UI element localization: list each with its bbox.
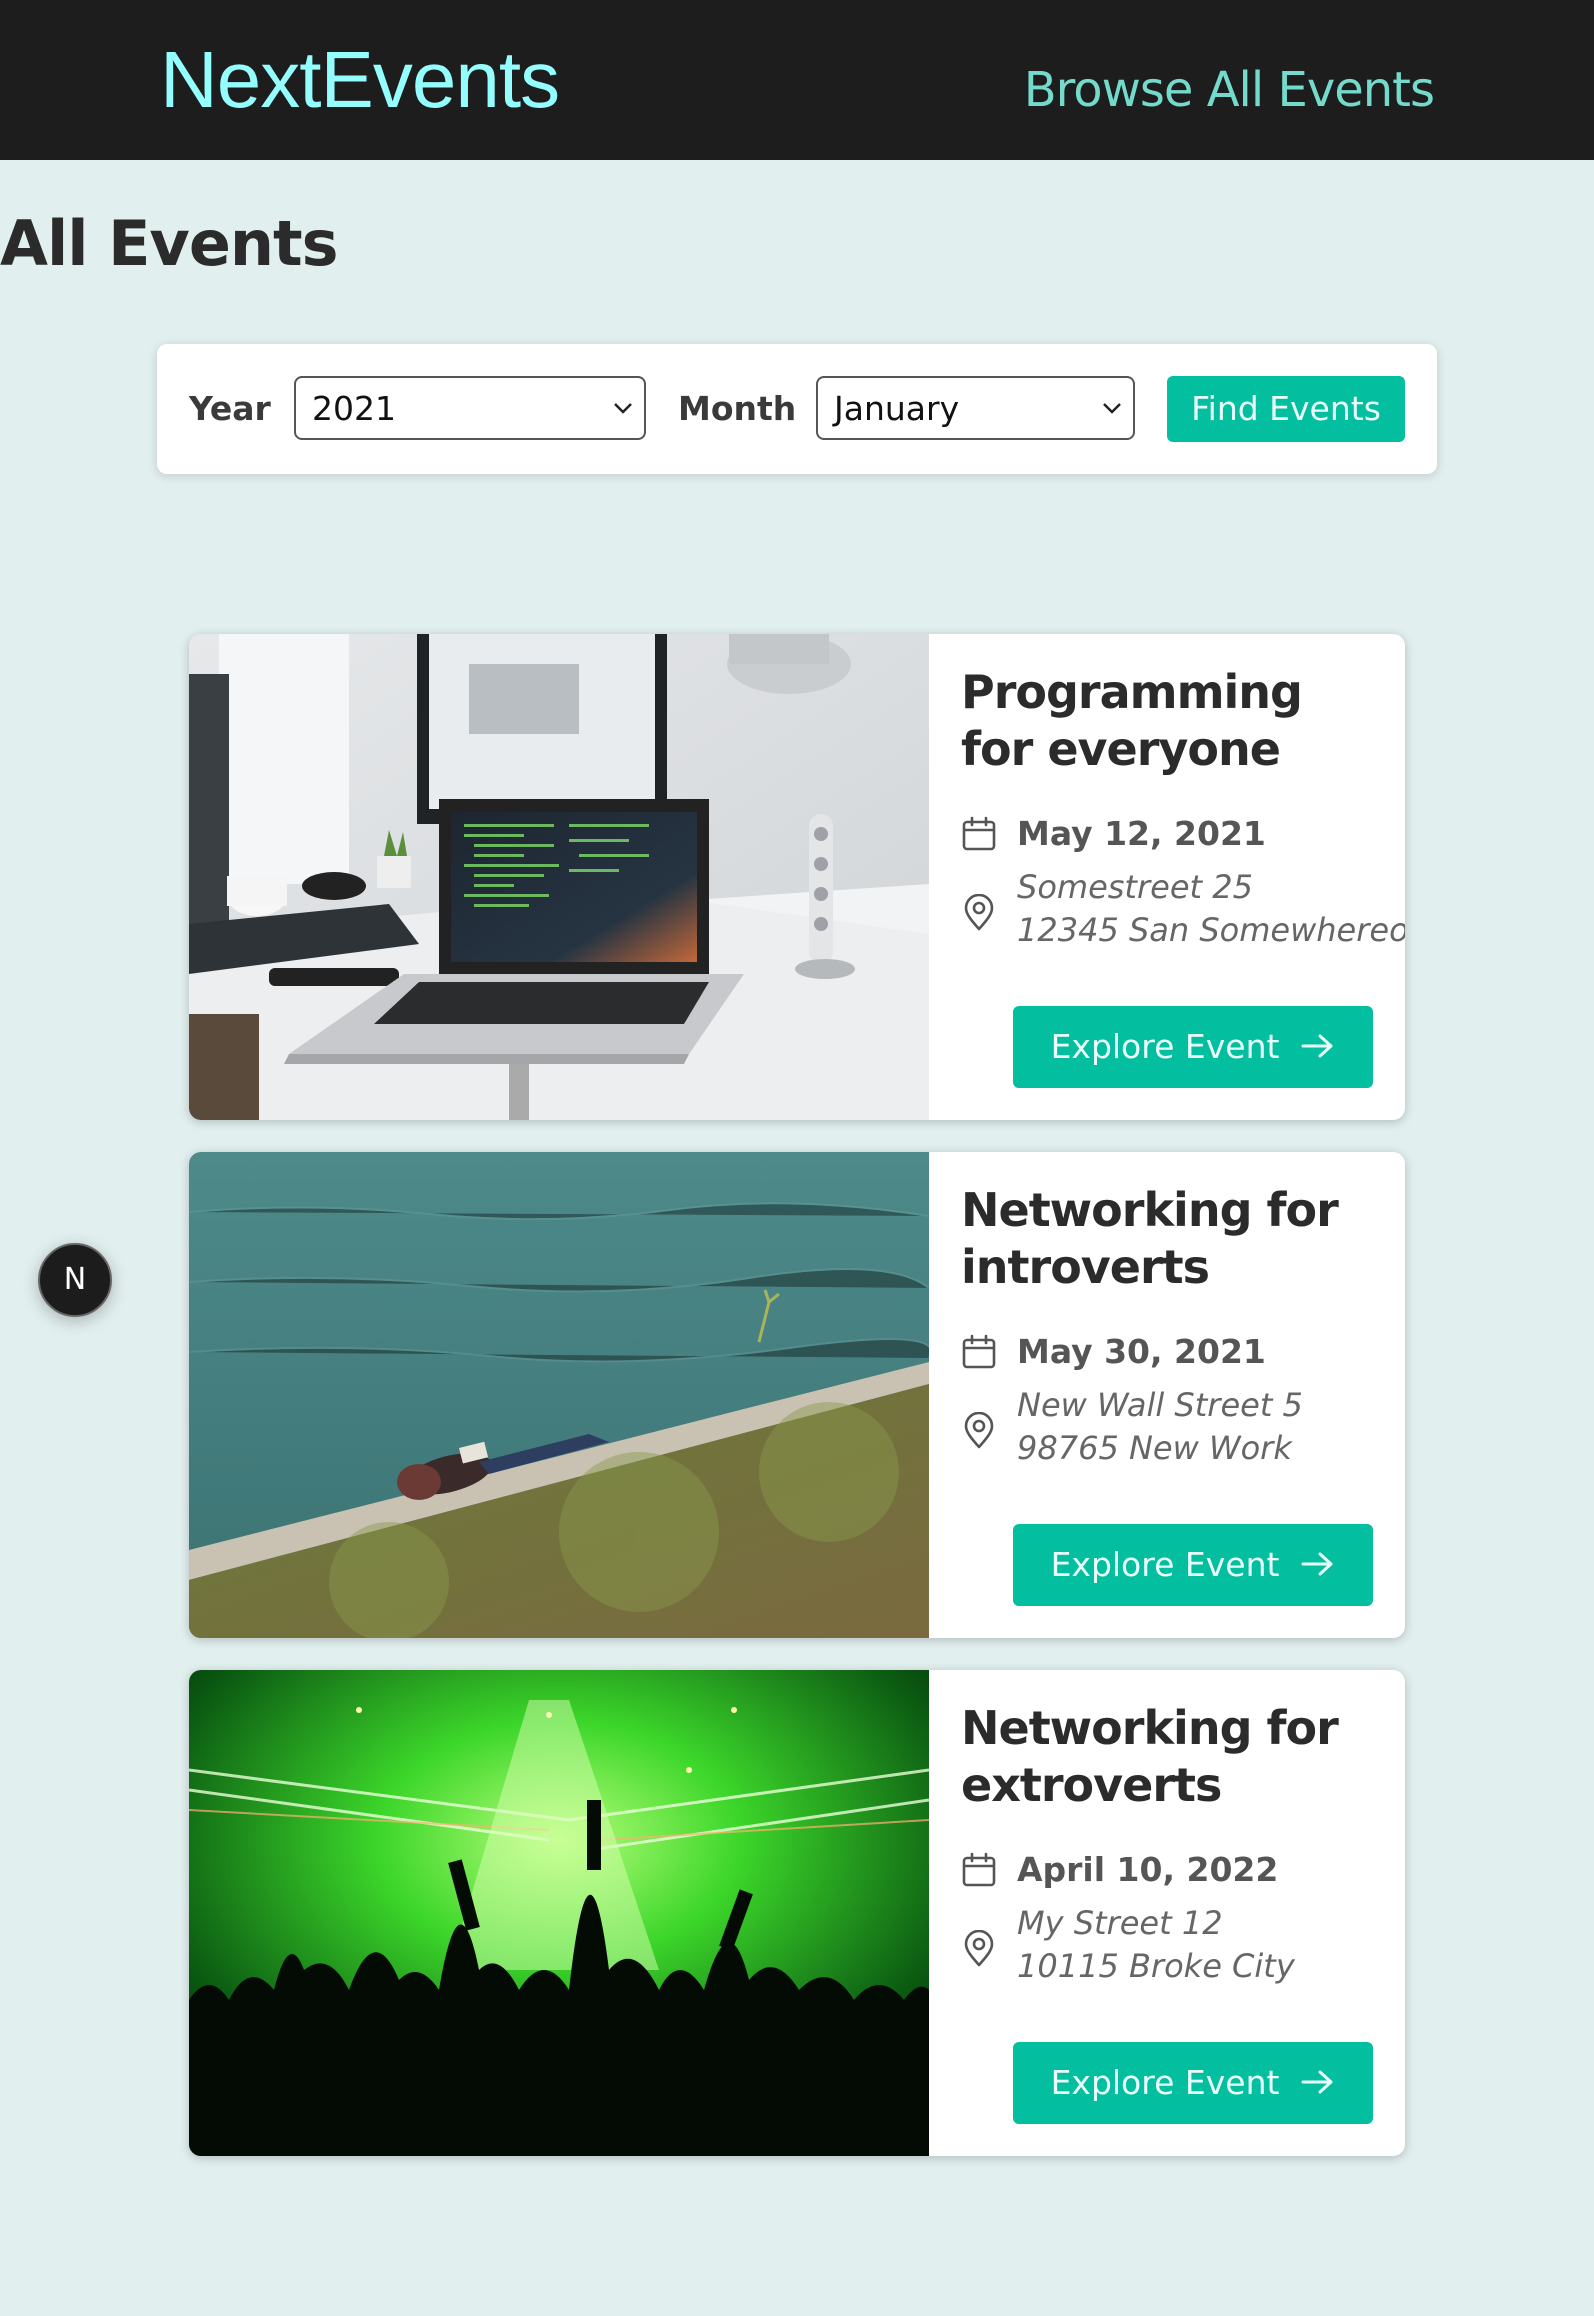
event-card-body: Networking for introverts May 30, 2021 N…: [929, 1152, 1405, 1638]
event-image-concert: [189, 1670, 929, 2156]
event-image-person-by-water: [189, 1152, 929, 1638]
chevron-down-icon: [614, 403, 632, 414]
month-label: Month: [678, 389, 797, 428]
address-line-1: Somestreet 25: [1017, 868, 1253, 906]
event-title: Programming for everyone: [961, 665, 1303, 776]
event-card: Networking for extroverts April 10, 2022…: [189, 1670, 1405, 2156]
event-date: May 12, 2021: [1017, 814, 1266, 853]
month-select[interactable]: January: [816, 376, 1135, 440]
explore-event-label: Explore Event: [1050, 1027, 1280, 1066]
calendar-icon: [962, 1334, 996, 1369]
explore-event-button[interactable]: Explore Event: [1013, 1524, 1373, 1606]
arrow-right-icon: [1301, 2070, 1333, 2093]
location-pin-icon: [964, 1412, 994, 1449]
browse-all-events-link[interactable]: Browse All Events: [1024, 58, 1435, 122]
chevron-down-icon: [1103, 403, 1121, 414]
year-select-value: 2021: [312, 389, 396, 428]
main-header: NextEvents Browse All Events: [0, 0, 1594, 160]
logo[interactable]: NextEvents: [160, 30, 560, 130]
event-address: Somestreet 25 12345 San Somewhereo: [1017, 866, 1405, 952]
explore-event-button[interactable]: Explore Event: [1013, 2042, 1373, 2124]
event-card-body: Networking for extroverts April 10, 2022…: [929, 1670, 1405, 2156]
event-date: May 30, 2021: [1017, 1332, 1266, 1371]
event-card: Networking for introverts May 30, 2021 N…: [189, 1152, 1405, 1638]
event-card-body: Programming for everyone May 12, 2021 So…: [929, 634, 1405, 1120]
explore-event-label: Explore Event: [1050, 1545, 1280, 1584]
calendar-icon: [962, 1852, 996, 1887]
page-title: All Events: [0, 207, 339, 280]
find-events-button[interactable]: Find Events: [1167, 376, 1405, 442]
month-select-value: January: [834, 389, 960, 428]
year-label: Year: [189, 389, 271, 428]
nextjs-dev-indicator[interactable]: N: [38, 1243, 112, 1317]
event-card: Programming for everyone May 12, 2021 So…: [189, 634, 1405, 1120]
arrow-right-icon: [1301, 1552, 1333, 1575]
year-select[interactable]: 2021: [294, 376, 646, 440]
event-title: Networking for extroverts: [961, 1701, 1339, 1812]
event-image-laptop: [189, 634, 929, 1120]
address-line-1: New Wall Street 5: [1017, 1386, 1303, 1424]
event-filter-form: Year 2021 Month January Find Events: [157, 344, 1437, 474]
event-title: Networking for introverts: [961, 1183, 1339, 1294]
calendar-icon: [962, 816, 996, 851]
event-address: New Wall Street 5 98765 New Work: [1017, 1384, 1303, 1470]
explore-event-button[interactable]: Explore Event: [1013, 1006, 1373, 1088]
address-line-2: 98765 New Work: [1017, 1429, 1292, 1467]
explore-event-label: Explore Event: [1050, 2063, 1280, 2102]
event-address: My Street 12 10115 Broke City: [1017, 1902, 1295, 1988]
address-line-2: 12345 San Somewhereo: [1017, 911, 1405, 949]
address-line-1: My Street 12: [1017, 1904, 1223, 1942]
location-pin-icon: [964, 894, 994, 931]
location-pin-icon: [964, 1930, 994, 1967]
event-date: April 10, 2022: [1017, 1850, 1279, 1889]
arrow-right-icon: [1301, 1034, 1333, 1057]
address-line-2: 10115 Broke City: [1017, 1947, 1295, 1985]
